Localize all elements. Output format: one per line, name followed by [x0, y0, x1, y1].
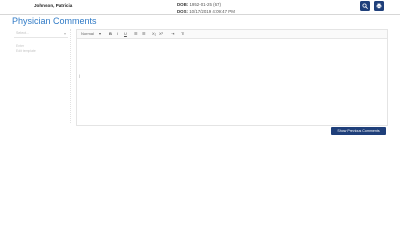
bold-button[interactable]: B: [109, 31, 112, 36]
header-divider: [0, 14, 400, 15]
comment-editor: Normal ▾ B I U ☰ ☰ X₂ X² ⇥ T̸ |: [76, 29, 388, 126]
search-icon: [362, 3, 368, 9]
style-select[interactable]: Normal: [81, 31, 94, 36]
ordered-list-icon[interactable]: ☰: [134, 31, 138, 36]
dob-label: DOB:: [177, 2, 189, 7]
underline-button[interactable]: U: [124, 31, 127, 36]
superscript-button[interactable]: X²: [159, 31, 163, 36]
show-previous-comments-button[interactable]: Show Previous Comments: [331, 127, 386, 135]
subscript-button[interactable]: X₂: [152, 31, 156, 36]
template-line-1: Enter: [16, 44, 25, 48]
template-panel: Select... ▾ Enter Edit template: [14, 29, 71, 123]
indent-icon[interactable]: ⇥: [171, 31, 174, 36]
bullet-list-icon[interactable]: ☰: [142, 31, 146, 36]
template-select-placeholder: Select...: [16, 31, 29, 35]
editor-text-area[interactable]: |: [77, 39, 387, 125]
clear-format-icon[interactable]: T̸: [181, 31, 183, 36]
page-title: Physician Comments: [12, 16, 97, 26]
dob-value: 1952-01-25 (67): [189, 2, 221, 7]
style-chevron-icon[interactable]: ▾: [99, 31, 101, 36]
template-select[interactable]: Select... ▾: [14, 29, 68, 38]
dob-line: DOB: 1952-01-25 (67): [177, 2, 221, 7]
chevron-down-icon: ▾: [63, 30, 66, 36]
text-cursor: |: [79, 73, 81, 78]
editor-toolbar: Normal ▾ B I U ☰ ☰ X₂ X² ⇥ T̸: [77, 30, 387, 39]
template-line-2[interactable]: Edit template: [16, 49, 36, 53]
search-button[interactable]: [360, 1, 370, 11]
italic-button[interactable]: I: [117, 31, 118, 36]
print-icon: [376, 3, 382, 9]
patient-name: Johnson, Patricia: [34, 3, 73, 8]
print-button[interactable]: [374, 1, 384, 11]
